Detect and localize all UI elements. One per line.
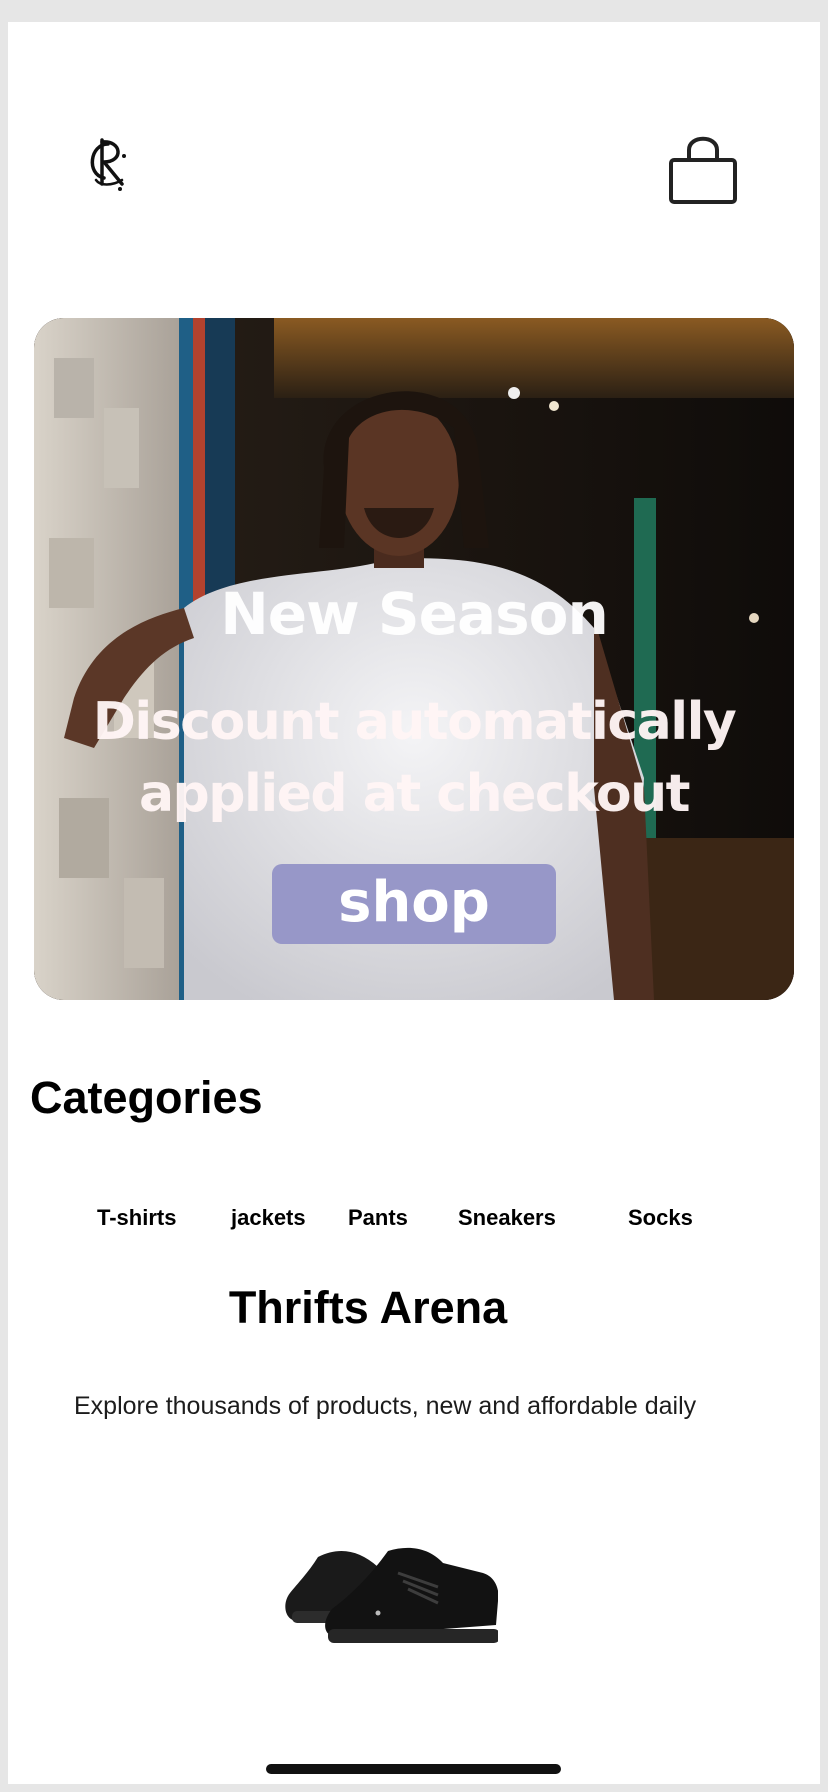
shopping-bag-icon[interactable] [661,130,741,210]
shop-button[interactable]: shop [272,864,556,944]
hero-subtitle-line-1: Discount automatically [92,692,737,752]
categories-title: Categories [30,1072,263,1123]
category-t-shirts[interactable]: T-shirts [97,1205,176,1231]
rc-logo-icon[interactable] [78,132,138,202]
hero-subtitle: Discount automatically applied at checko… [34,686,794,830]
hero-banner[interactable]: New Season Discount automatically applie… [34,318,794,1000]
app-screen: New Season Discount automatically applie… [8,22,820,1784]
category-pants[interactable]: Pants [348,1205,408,1231]
arena-title: Thrifts Arena [228,1282,508,1333]
home-indicator[interactable] [266,1764,561,1774]
arena-description: Explore thousands of products, new and a… [74,1392,697,1420]
category-jackets[interactable]: jackets [231,1205,306,1231]
hero-title: New Season [220,580,609,648]
category-socks[interactable]: Socks [628,1205,693,1231]
sneaker-product-image[interactable] [278,1517,500,1677]
category-sneakers[interactable]: Sneakers [458,1205,556,1231]
hero-subtitle-line-2: applied at checkout [138,764,691,824]
